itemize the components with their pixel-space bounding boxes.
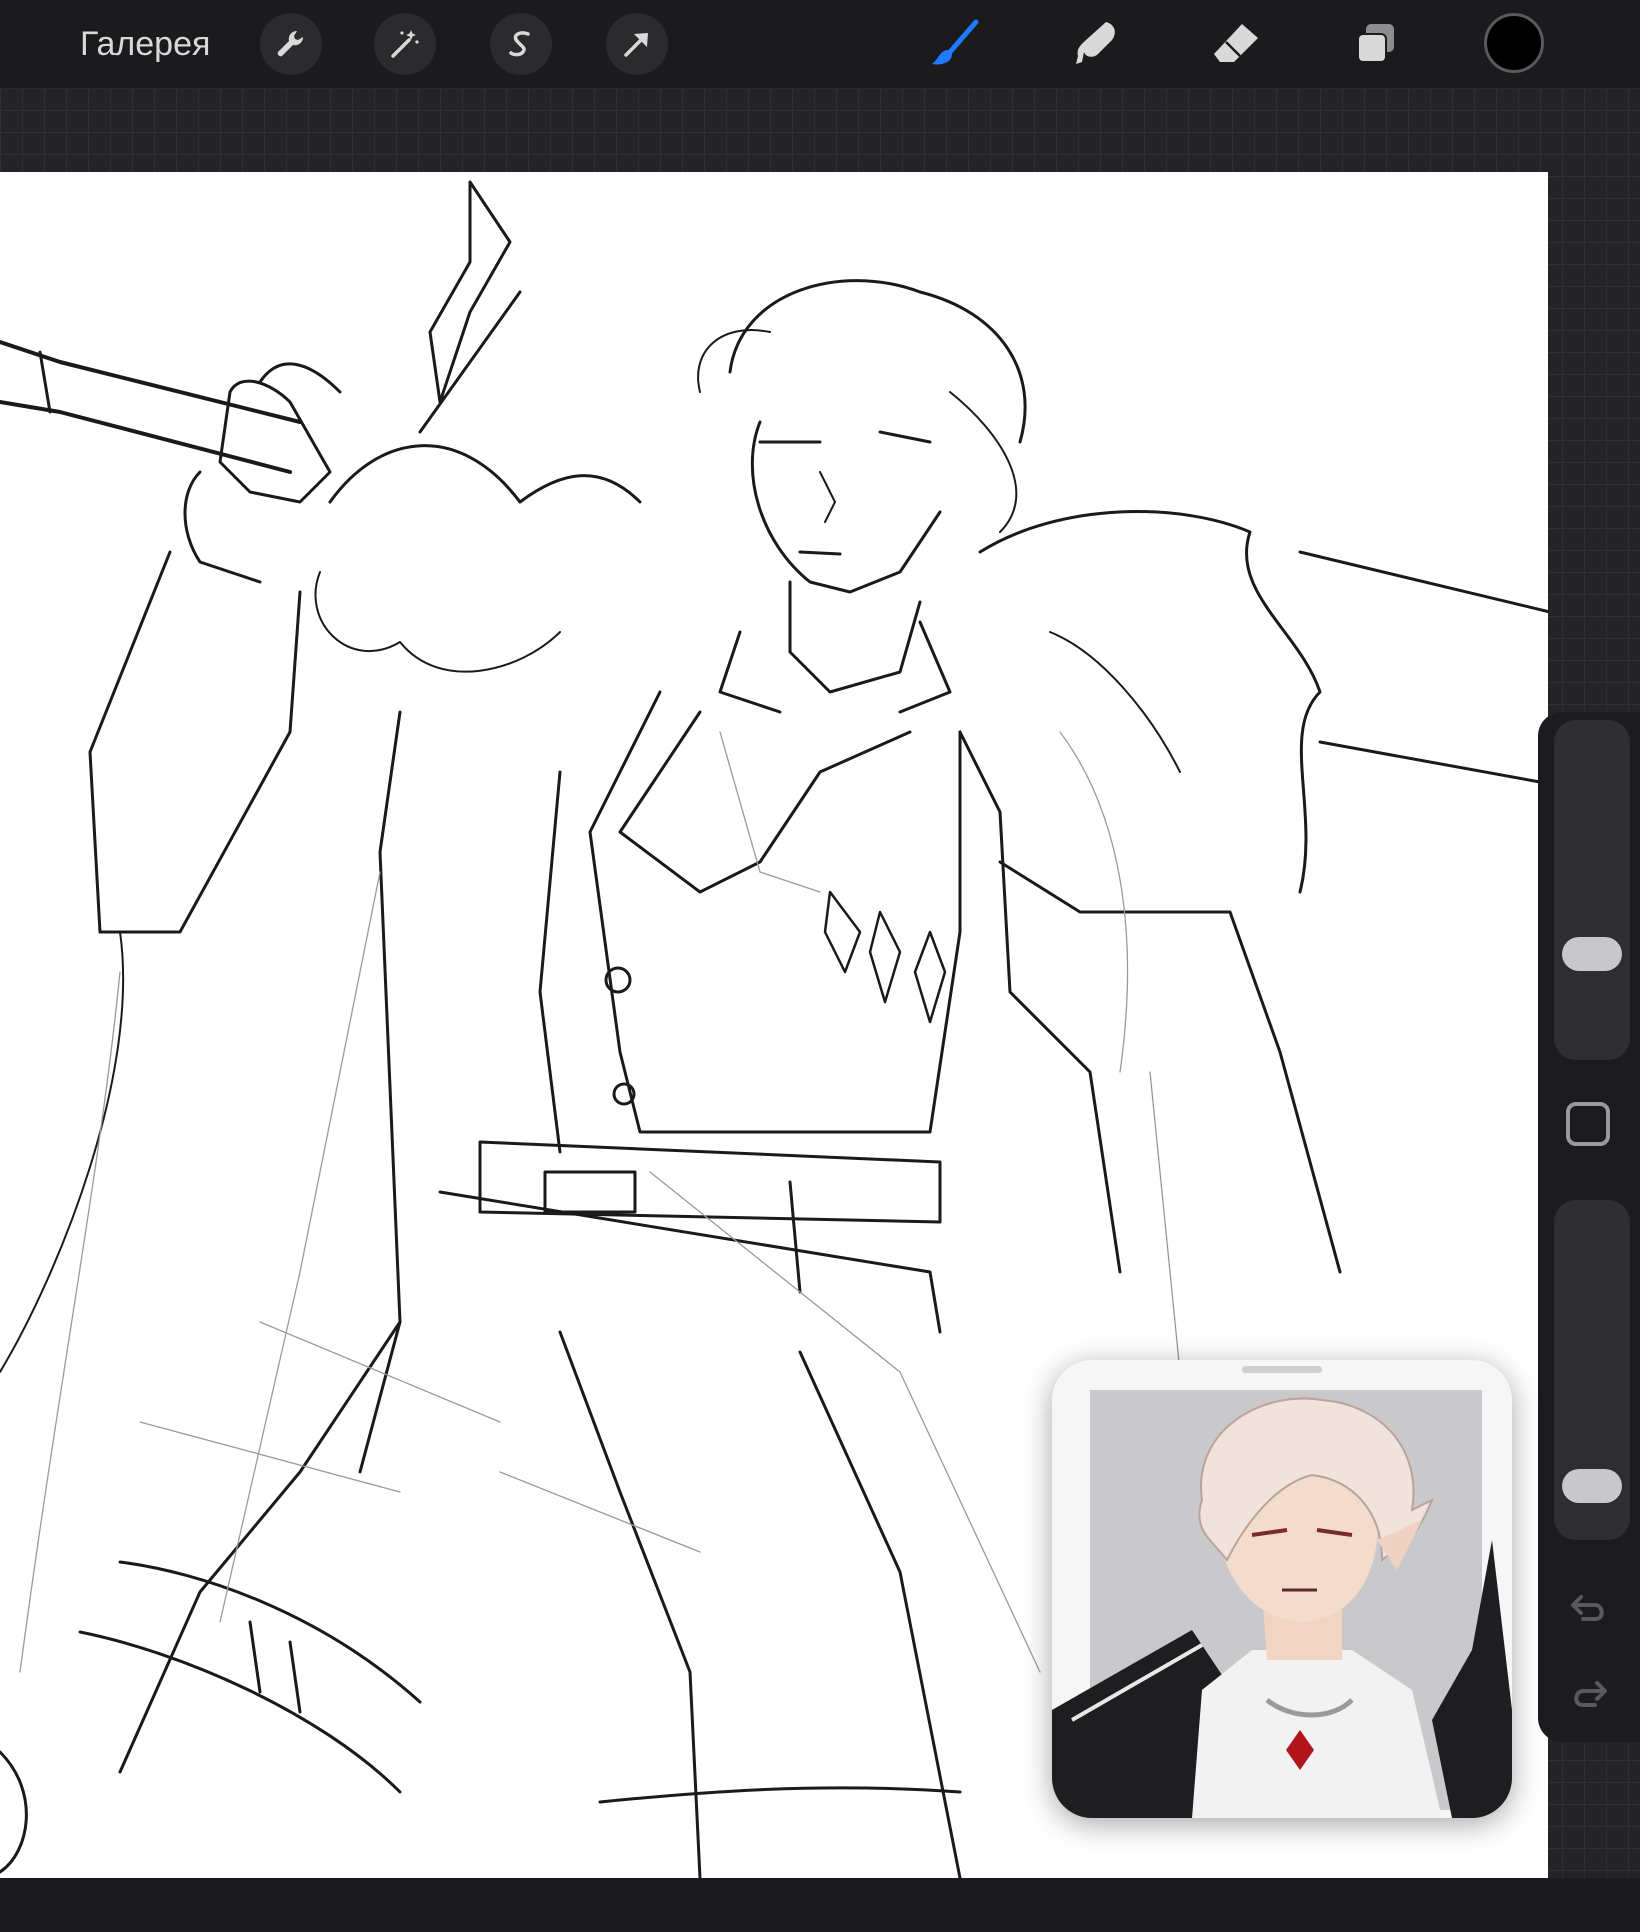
gallery-button[interactable]: Галерея (80, 22, 210, 66)
transform-arrow-icon (624, 33, 648, 57)
adjustments-button[interactable] (374, 13, 436, 75)
magic-wand-icon (391, 30, 419, 58)
top-toolbar: Галерея (0, 0, 1640, 89)
smudge-icon (1076, 22, 1115, 64)
redo-icon (1574, 1681, 1607, 1707)
color-picker-button[interactable] (1484, 13, 1544, 73)
wrench-icon (277, 30, 304, 57)
eraser-tool[interactable] (1204, 12, 1268, 76)
reference-window[interactable] (1052, 1360, 1512, 1818)
redo-button[interactable] (1560, 1666, 1618, 1724)
opacity-slider[interactable] (1554, 1200, 1630, 1540)
brush-size-slider[interactable] (1554, 720, 1630, 1060)
brush-size-thumb[interactable] (1562, 936, 1622, 971)
brush-sidebar (1538, 712, 1640, 1742)
undo-button[interactable] (1560, 1580, 1618, 1638)
brush-icon (932, 19, 979, 65)
undo-icon (1571, 1595, 1604, 1621)
bottom-bar (0, 1878, 1640, 1932)
transform-button[interactable] (606, 13, 668, 75)
layers-tool[interactable] (1344, 12, 1408, 76)
brush-tool[interactable] (924, 12, 988, 76)
selection-s-icon (509, 31, 530, 57)
smudge-tool[interactable] (1064, 12, 1128, 76)
modifier-button[interactable] (1566, 1102, 1610, 1146)
opacity-thumb[interactable] (1562, 1469, 1622, 1503)
actions-button[interactable] (260, 13, 322, 75)
reference-image (1052, 1390, 1512, 1818)
eraser-icon (1214, 24, 1258, 62)
reference-drag-handle[interactable] (1242, 1366, 1322, 1373)
selection-button[interactable] (490, 13, 552, 75)
layers-icon (1357, 24, 1394, 63)
